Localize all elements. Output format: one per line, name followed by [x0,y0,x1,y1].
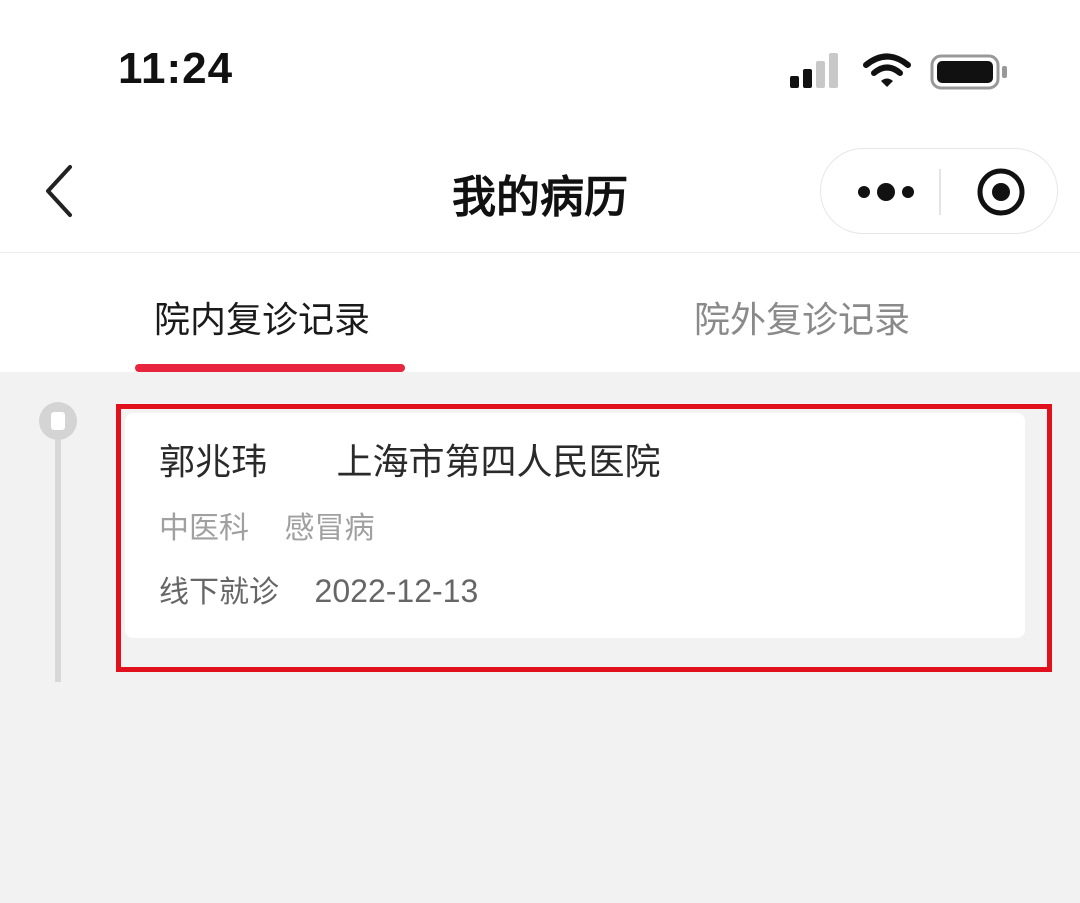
more-button[interactable] [841,164,931,220]
status-icons [788,52,1012,92]
tab-outside-hospital-records[interactable]: 院外复诊记录 [694,291,910,343]
close-target-icon [977,168,1025,216]
timeline-line [55,420,61,682]
battery-icon [930,54,1007,90]
timeline-node-inner [51,412,65,430]
highlight-box [116,404,1052,672]
status-time: 11:24 [118,44,234,93]
status-bar: 11:24 [0,0,1080,135]
active-tab-indicator [135,364,405,372]
wifi-icon [863,53,911,87]
tab-in-hospital-records[interactable]: 院内复诊记录 [154,291,370,343]
tab-bar: 院内复诊记录 院外复诊记录 [0,253,1080,372]
nav-bar: 我的病历 [0,135,1080,253]
more-dots-icon [858,183,914,201]
capsule-divider [939,169,941,215]
miniprogram-capsule [820,148,1058,234]
cellular-signal-icon [790,53,838,88]
records-list: 郭兆玮 上海市第四人民医院 中医科 感冒病 线下就诊 2022-12-13 [0,372,1080,903]
timeline-node-icon [39,402,77,440]
close-button[interactable] [961,164,1037,220]
